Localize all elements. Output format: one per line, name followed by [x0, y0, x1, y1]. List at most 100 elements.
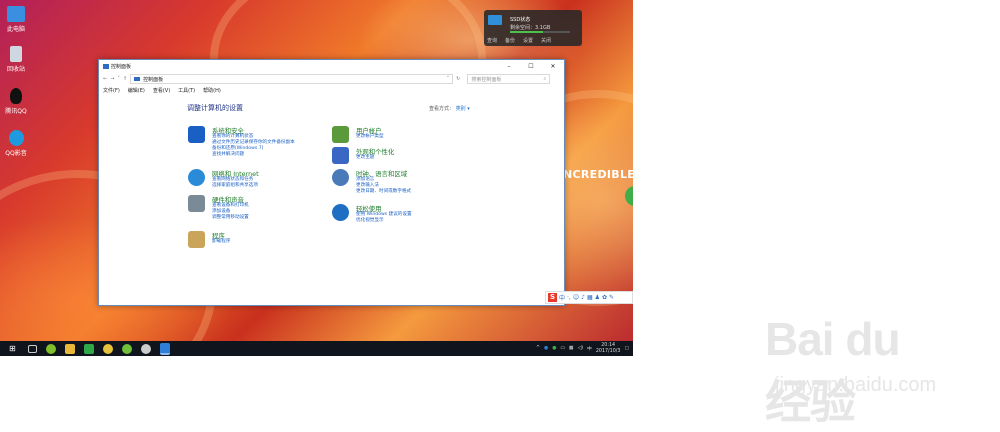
- title-bar[interactable]: 控制面板 – ☐ ✕: [99, 60, 564, 73]
- penguin-icon: [10, 88, 22, 104]
- printer-icon[interactable]: [188, 195, 205, 212]
- maximize-button[interactable]: ☐: [520, 63, 542, 70]
- link-mobility-settings[interactable]: 调整常用移动设置: [212, 215, 249, 221]
- file-explorer-icon[interactable]: [65, 343, 75, 354]
- user-icon[interactable]: ♟: [595, 294, 600, 301]
- task-view-icon[interactable]: [28, 344, 37, 353]
- control-panel-icon: [103, 64, 109, 69]
- accessibility-icon[interactable]: [332, 204, 349, 221]
- category-hardware-sound: 硬件和声音 查看设备和打印机 添加设备 调整常用移动设置: [188, 195, 348, 225]
- taskbar-app-icon[interactable]: [46, 343, 56, 354]
- widget-title: SSD状态: [510, 17, 531, 23]
- link-change-theme[interactable]: 更改主题: [356, 155, 374, 161]
- category-programs: 程序 卸载程序: [188, 231, 348, 249]
- taskbar-app-icon[interactable]: [122, 343, 132, 354]
- widget-action-query[interactable]: 查询: [487, 37, 497, 44]
- widget-free-space: 剩余空间：3.1GB: [510, 25, 551, 31]
- forward-arrow-icon[interactable]: →: [110, 76, 114, 82]
- link-uninstall-program[interactable]: 卸载程序: [212, 239, 230, 245]
- link-date-time-format[interactable]: 更改日期、时间或数字格式: [356, 189, 411, 195]
- close-button[interactable]: ✕: [542, 63, 564, 70]
- ssd-status-widget[interactable]: SSD状态 剩余空间：3.1GB 查询 备份 设置 关闭: [484, 10, 582, 46]
- widget-action-settings[interactable]: 设置: [523, 37, 533, 44]
- category-system-security: 系统和安全 查看你的计算机状态 通过文件历史记录保存你的文件备份副本 备份和还原…: [188, 126, 348, 166]
- minimize-button[interactable]: –: [498, 63, 520, 70]
- breadcrumb[interactable]: 控制面板: [143, 76, 163, 83]
- menu-view[interactable]: 查看(V): [153, 87, 170, 94]
- battery-icon[interactable]: ▭: [560, 346, 565, 351]
- link-troubleshoot[interactable]: 查找并解决问题: [212, 152, 295, 158]
- personalization-icon[interactable]: [332, 147, 349, 164]
- microphone-icon[interactable]: ♪: [581, 294, 585, 301]
- notification-icon[interactable]: ▢: [624, 346, 629, 351]
- address-dropdown-icon[interactable]: ˅: [447, 76, 450, 82]
- wallpaper-text: NCREDIBLE: [563, 168, 633, 181]
- folder-icon: [134, 77, 141, 81]
- address-row: ← → ˅ ↑ 控制面板 ˅ ↻ 搜索控制面板 ⌕: [99, 73, 564, 85]
- emoji-icon[interactable]: ☺: [573, 294, 579, 301]
- control-panel-window: 控制面板 – ☐ ✕ ← → ˅ ↑ 控制面板 ˅ ↻ 搜索控制面板 ⌕ 文件(…: [98, 59, 565, 306]
- menu-help[interactable]: 帮助(H): [203, 87, 221, 94]
- network-icon[interactable]: ▦: [569, 346, 574, 351]
- ssd-icon: [488, 15, 502, 25]
- category-network-internet: 网络和 Internet 查看网络状态和任务 选择家庭组和共享选项: [188, 169, 348, 193]
- taskbar: ⊞ ^ ● ● ▭ ▦ ◁) 中 20:14 2017/10/3 ▢: [0, 341, 633, 356]
- tray-app-icon[interactable]: ●: [552, 346, 556, 351]
- control-panel-taskbar-icon[interactable]: [160, 342, 170, 355]
- ime-toolbar[interactable]: S 中 ·, ☺ ♪ ▦ ♟ ✿ ✎: [545, 291, 633, 304]
- widget-usage-bar: [510, 31, 570, 33]
- globe-network-icon[interactable]: [188, 169, 205, 186]
- page-title: 调整计算机的设置: [187, 104, 243, 112]
- link-optimize-display[interactable]: 优化视觉显示: [356, 218, 412, 224]
- back-arrow-icon[interactable]: ←: [103, 76, 107, 82]
- desktop: 此电脑 回收站 腾讯QQ QQ影音 SSD状态 剩余空间：3.1GB 查询 备份…: [0, 0, 633, 356]
- clock[interactable]: 20:14 2017/10/3: [596, 343, 621, 355]
- tray-expand-icon[interactable]: ^: [536, 346, 540, 351]
- taskbar-app-icon[interactable]: [141, 343, 151, 354]
- sogou-logo-icon: S: [548, 293, 557, 302]
- shield-icon[interactable]: [188, 126, 205, 143]
- watermark-url: jingyan.baidu.com: [775, 374, 937, 396]
- users-icon[interactable]: [332, 126, 349, 143]
- taskbar-app-icon[interactable]: [84, 343, 94, 354]
- menu-tools[interactable]: 工具(T): [178, 87, 195, 94]
- programs-icon[interactable]: [188, 231, 205, 248]
- tools-icon[interactable]: ✎: [609, 294, 614, 301]
- link-change-account-type[interactable]: 更改帐户类型: [356, 134, 384, 140]
- refresh-icon[interactable]: ↻: [456, 76, 460, 82]
- search-icon: ⌕: [543, 76, 547, 82]
- window-title: 控制面板: [111, 64, 132, 70]
- address-bar[interactable]: 控制面板 ˅: [130, 74, 454, 84]
- category-ease-of-access: 轻松使用 使用 Windows 建议的设置 优化视觉显示: [332, 204, 492, 228]
- recent-chevron-icon[interactable]: ˅: [117, 76, 120, 82]
- computer-icon: [7, 6, 25, 22]
- start-button-icon[interactable]: ⊞: [9, 344, 19, 354]
- keyboard-icon[interactable]: ▦: [587, 294, 593, 301]
- tray-app-icon[interactable]: ●: [544, 346, 548, 351]
- watermark-logo: Bai du 经验: [765, 313, 901, 428]
- volume-icon[interactable]: ◁): [577, 346, 583, 351]
- up-arrow-icon[interactable]: ↑: [123, 76, 127, 82]
- widget-action-close[interactable]: 关闭: [541, 37, 551, 44]
- desktop-icon-qq[interactable]: 腾讯QQ: [0, 88, 36, 115]
- baidu-watermark: Bai du 经验 jingyan.baidu.com: [765, 312, 955, 428]
- skin-icon[interactable]: ✿: [602, 294, 607, 301]
- control-panel-content: 调整计算机的设置 查看方式： 类别 ▾ 系统和安全 查看你的计算机状态 通过文件…: [99, 97, 564, 305]
- menu-edit[interactable]: 编辑(E): [128, 87, 145, 94]
- taskbar-app-icon[interactable]: [103, 343, 113, 354]
- desktop-icon-qq-player[interactable]: QQ影音: [0, 130, 36, 157]
- media-player-icon: [8, 130, 24, 146]
- clock-globe-icon[interactable]: [332, 169, 349, 186]
- ime-mode[interactable]: 中: [559, 293, 565, 302]
- widget-action-backup[interactable]: 备份: [505, 37, 515, 44]
- menu-file[interactable]: 文件(F): [103, 87, 120, 94]
- search-input[interactable]: 搜索控制面板 ⌕: [467, 74, 551, 84]
- punctuation-icon[interactable]: ·,: [567, 294, 571, 301]
- desktop-icon-this-pc[interactable]: 此电脑: [0, 6, 36, 33]
- view-by-dropdown[interactable]: 类别 ▾: [456, 106, 470, 112]
- category-clock-language-region: 时钟、语言和区域 添加语言 更改输入法 更改日期、时间或数字格式: [332, 169, 492, 199]
- system-tray: ^ ● ● ▭ ▦ ◁) 中 20:14 2017/10/3 ▢: [536, 341, 629, 356]
- language-indicator[interactable]: 中: [587, 345, 592, 352]
- link-homegroup[interactable]: 选择家庭组和共享选项: [212, 183, 258, 189]
- desktop-icon-recycle-bin[interactable]: 回收站: [0, 46, 36, 73]
